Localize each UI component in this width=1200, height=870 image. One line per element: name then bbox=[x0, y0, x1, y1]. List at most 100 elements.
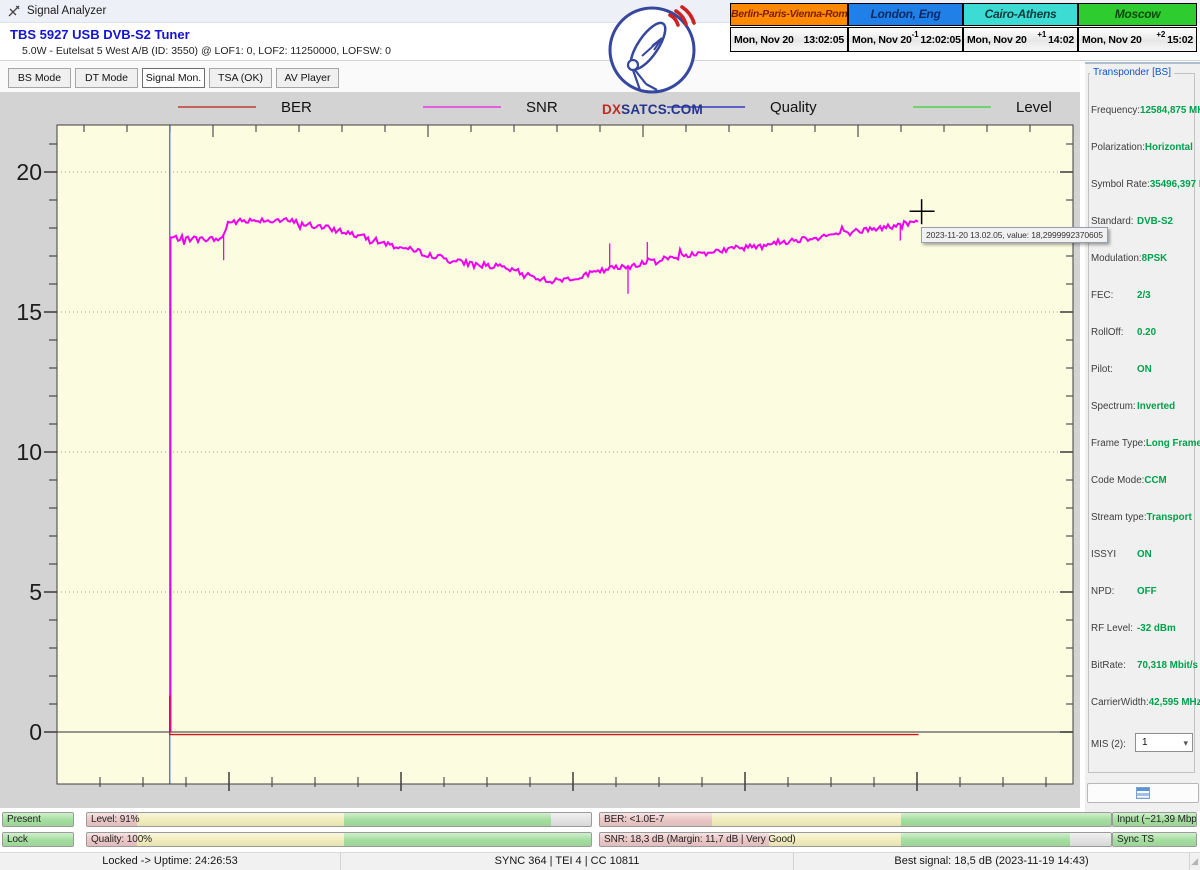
legend-label: Level bbox=[1016, 99, 1052, 116]
field-value: 12584,875 MHz bbox=[1140, 105, 1200, 116]
field-label: Spectrum: bbox=[1091, 401, 1137, 412]
ber-bar: BER: <1.0E-7 bbox=[599, 812, 1112, 827]
y-axis-label: 10 bbox=[16, 439, 42, 465]
gauge-gloss bbox=[87, 833, 591, 846]
field-label: Frame Type: bbox=[1091, 438, 1146, 449]
legend-item-ber: BER bbox=[178, 97, 312, 117]
legend-label: Quality bbox=[770, 99, 817, 116]
legend-label: BER bbox=[281, 99, 312, 116]
tab-signal-mon[interactable]: Signal Mon. bbox=[142, 68, 205, 88]
world-clocks: Berlin-Paris-Vienna-RomaMon, Nov 2013:02… bbox=[730, 3, 1197, 52]
field-value: 2/3 bbox=[1137, 290, 1151, 301]
clock-1: Berlin-Paris-Vienna-RomaMon, Nov 2013:02… bbox=[730, 3, 848, 52]
resize-grip[interactable]: ◢ bbox=[1190, 853, 1200, 870]
field-value: DVB-S2 bbox=[1137, 216, 1173, 227]
field-value: CCM bbox=[1144, 475, 1166, 486]
tuner-title: TBS 5927 USB DVB-S2 Tuner bbox=[10, 27, 190, 42]
field-label: Pilot: bbox=[1091, 364, 1137, 375]
tab-dt-mode[interactable]: DT Mode bbox=[75, 68, 138, 88]
field-label: Standard: bbox=[1091, 216, 1137, 227]
gauge-label: Lock bbox=[7, 833, 28, 846]
clock-date: Mon, Nov 20 bbox=[852, 34, 912, 46]
level-bar: Level: 91% bbox=[86, 812, 592, 827]
field-value: -32 dBm bbox=[1137, 623, 1176, 634]
transponder-field: Frequency:12584,875 MHz bbox=[1091, 105, 1198, 116]
legend-line-icon bbox=[423, 106, 501, 108]
chart-tooltip: 2023-11-20 13.02.05, value: 18,299999237… bbox=[921, 227, 1108, 243]
app-icon bbox=[7, 4, 21, 18]
clock-date: Mon, Nov 20 bbox=[1082, 34, 1142, 46]
status-lock-uptime: Locked -> Uptime: 24:26:53 bbox=[0, 853, 341, 870]
clock-3: Cairo-AthensMon, Nov 20+114:02 bbox=[963, 3, 1078, 52]
clock-city-header: Moscow bbox=[1078, 3, 1197, 26]
tab-bs-mode[interactable]: BS Mode bbox=[8, 68, 71, 88]
clock-2: London, EngMon, Nov 20-112:02:05 bbox=[848, 3, 963, 52]
clock-city-header: Cairo-Athens bbox=[963, 3, 1078, 26]
mis-select[interactable]: 1 ▾ bbox=[1135, 733, 1193, 752]
clock-time: 14:02 bbox=[1048, 34, 1074, 46]
gauge-label: Sync TS bbox=[1117, 833, 1154, 846]
field-value: OFF bbox=[1137, 586, 1157, 597]
field-label: Polarization: bbox=[1091, 142, 1145, 153]
transponder-field: Frame Type:Long Frame bbox=[1091, 438, 1198, 449]
transponder-list-button[interactable] bbox=[1087, 783, 1199, 803]
transponder-field: Standard:DVB-S2 bbox=[1091, 216, 1198, 227]
legend-item-snr: SNR bbox=[423, 97, 558, 117]
gauge-label: BER: <1.0E-7 bbox=[604, 813, 664, 826]
transponder-field: FEC:2/3 bbox=[1091, 290, 1198, 301]
signal-analyzer-window: { "window": { "title": "Signal Analyzer"… bbox=[0, 0, 1200, 870]
gauge-label: Level: 91% bbox=[91, 813, 139, 826]
satellite-dish-icon bbox=[602, 2, 702, 98]
field-label: Modulation: bbox=[1091, 253, 1142, 264]
gauge-label: SNR: 18,3 dB (Margin: 11,7 dB | Very Goo… bbox=[604, 833, 796, 846]
gauge-label: Present bbox=[7, 813, 41, 826]
logo-text-rest: SATCS.COM bbox=[621, 102, 703, 117]
clock-time: 15:02 bbox=[1167, 34, 1193, 46]
field-label: CarrierWidth: bbox=[1091, 697, 1149, 708]
field-value: 70,318 Mbit/s bbox=[1137, 660, 1198, 671]
transponder-field: CarrierWidth:42,595 MHz bbox=[1091, 697, 1198, 708]
dxsatcs-logo: DXSATCS.COM bbox=[602, 2, 702, 114]
tab-tsa-ok[interactable]: TSA (OK) bbox=[209, 68, 272, 88]
status-sync-tei-cc: SYNC 364 | TEI 4 | CC 10811 bbox=[341, 853, 794, 870]
field-label: FEC: bbox=[1091, 290, 1137, 301]
gauge-label: Quality: 100% bbox=[91, 833, 152, 846]
mis-selected-value: 1 bbox=[1142, 737, 1148, 748]
clock-utc-offset: +2 bbox=[1156, 30, 1165, 39]
legend-label: SNR bbox=[526, 99, 558, 116]
gauge-label: Input (~21,39 Mbps) bbox=[1117, 813, 1197, 826]
field-value: Transport bbox=[1147, 512, 1192, 523]
field-label: ISSYI bbox=[1091, 549, 1137, 560]
field-label: RollOff: bbox=[1091, 327, 1137, 338]
transponder-field: RF Level:-32 dBm bbox=[1091, 623, 1198, 634]
chevron-down-icon: ▾ bbox=[1183, 735, 1188, 752]
transponder-field: ISSYION bbox=[1091, 549, 1198, 560]
field-label: Symbol Rate: bbox=[1091, 179, 1150, 190]
status-bar: Locked -> Uptime: 24:26:53SYNC 364 | TEI… bbox=[0, 852, 1200, 870]
signal-chart[interactable]: 05101520 bbox=[0, 92, 1080, 808]
sync-ts-bar: Sync TS bbox=[1112, 832, 1197, 847]
transponder-field: Stream type:Transport bbox=[1091, 512, 1198, 523]
field-value: 0.20 bbox=[1137, 327, 1156, 338]
field-label: RF Level: bbox=[1091, 623, 1137, 634]
field-value: 8PSK bbox=[1142, 253, 1168, 264]
gauge-gloss bbox=[600, 813, 1111, 826]
clock-city-header: London, Eng bbox=[848, 3, 963, 26]
clock-datetime: Mon, Nov 2013:02:05 bbox=[730, 27, 848, 52]
tab-av-player[interactable]: AV Player bbox=[276, 68, 339, 88]
chart-plot-area[interactable] bbox=[57, 125, 1073, 784]
legend-line-icon bbox=[913, 106, 991, 108]
field-value: 42,595 MHz bbox=[1149, 697, 1200, 708]
field-value: Horizontal bbox=[1145, 142, 1193, 153]
snr-bar: SNR: 18,3 dB (Margin: 11,7 dB | Very Goo… bbox=[599, 832, 1112, 847]
field-label: Code Mode: bbox=[1091, 475, 1144, 486]
clock-4: Moscow Mon, Nov 20 +215:02 bbox=[1078, 3, 1197, 52]
quality-bar: Quality: 100% bbox=[86, 832, 592, 847]
clock-utc-offset: -1 bbox=[912, 30, 919, 39]
mis-label: MIS (2): bbox=[1091, 739, 1137, 750]
input-rate-bar: Input (~21,39 Mbps) bbox=[1112, 812, 1197, 827]
y-axis-label: 5 bbox=[29, 579, 42, 605]
y-axis-label: 15 bbox=[16, 299, 42, 325]
field-label: BitRate: bbox=[1091, 660, 1137, 671]
mode-tabbar: BS ModeDT ModeSignal Mon.TSA (OK)AV Play… bbox=[0, 61, 1080, 92]
